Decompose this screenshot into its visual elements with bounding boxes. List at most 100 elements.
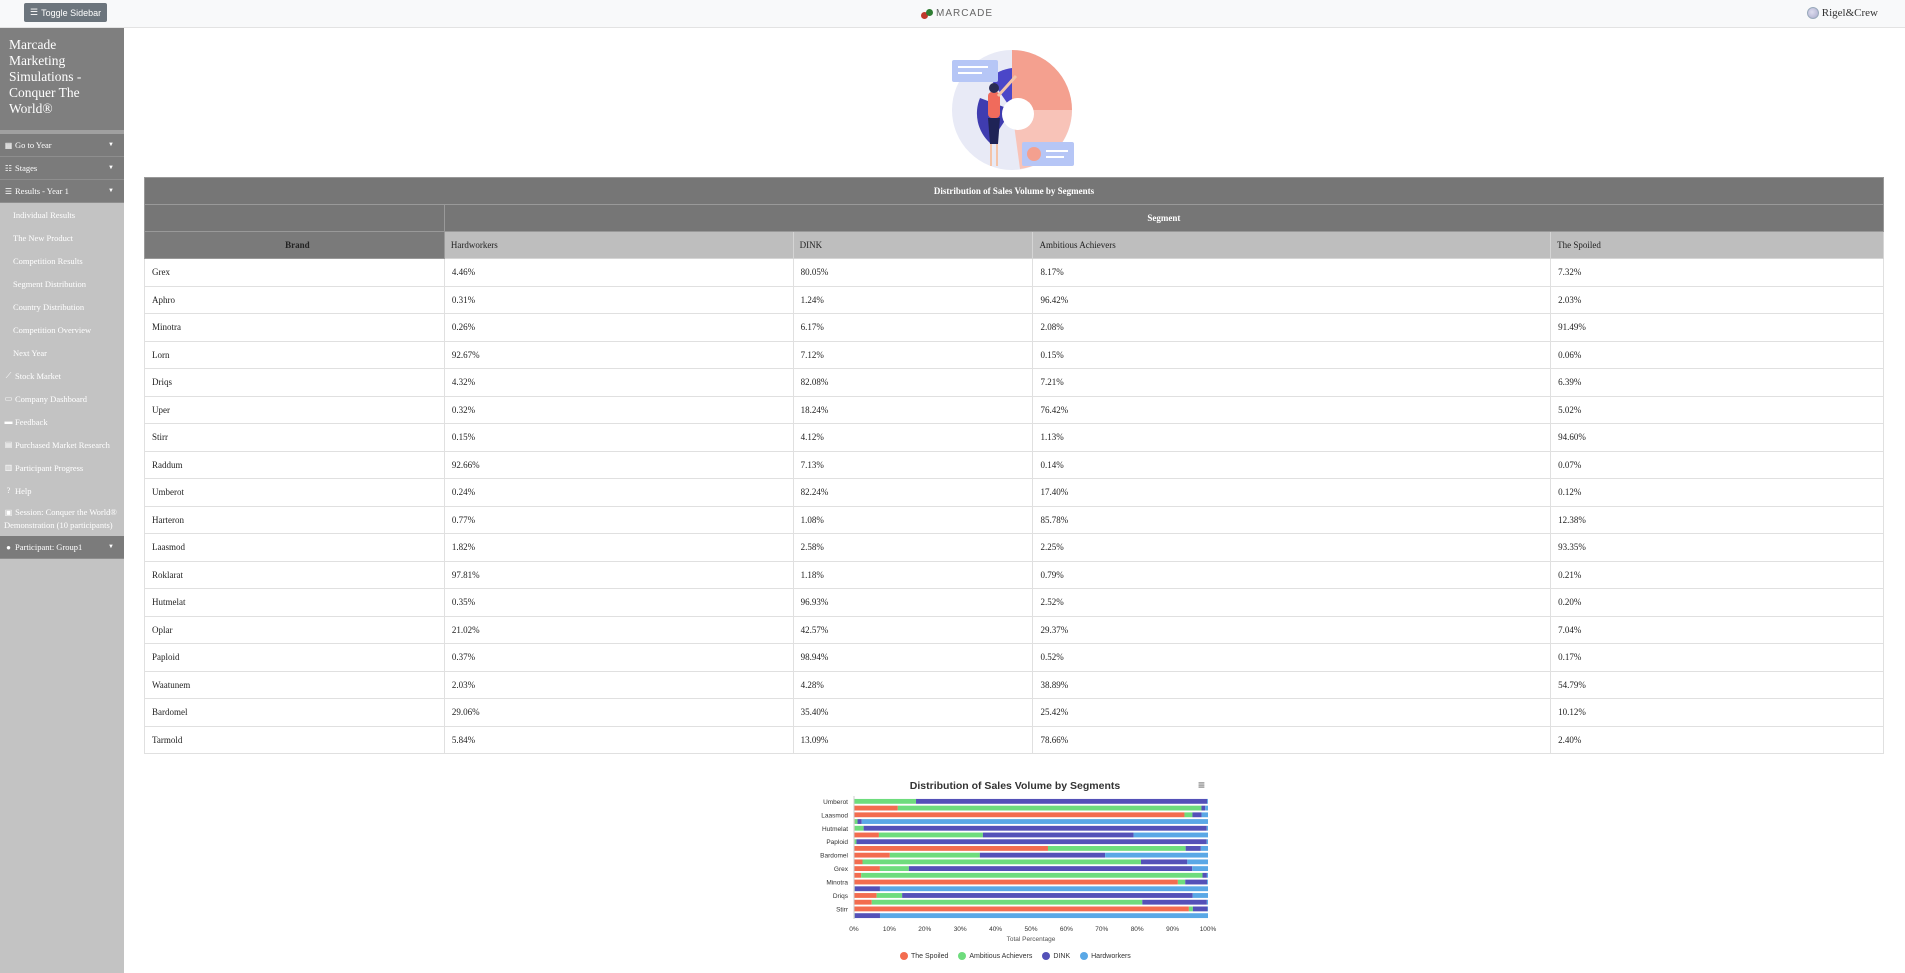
brand-cell: Hutmelat (144, 588, 445, 617)
percent-cell: 2.08% (1032, 313, 1552, 342)
chart-line-icon: ⟋ (5, 371, 12, 380)
company-badge[interactable]: Rigel&Crew (1806, 7, 1878, 19)
bar-segment (1200, 845, 1208, 851)
sidebar-item-label: Results - Year 1 (15, 186, 69, 196)
logo-text: MARCADE (936, 8, 994, 19)
percent-cell: 10.12% (1550, 698, 1884, 727)
percent-cell: 0.32% (443, 395, 794, 424)
percent-cell: 1.18% (792, 560, 1034, 589)
percent-cell: 0.15% (1032, 340, 1552, 369)
segment-header: Segment (443, 204, 1885, 232)
sidebar-item-session[interactable]: ▣ Session: Conquer the World® Demonstrat… (0, 502, 124, 536)
brand-cell: Roklarat (144, 560, 445, 589)
bar-segment (854, 812, 1185, 818)
marcade-logo[interactable]: MARCADE (921, 8, 993, 19)
sidebar-subitem-individual-results[interactable]: Individual Results (0, 203, 124, 226)
percent-cell: 0.31% (443, 285, 794, 314)
id-card-icon: ▤ (4, 440, 13, 449)
table-row: Oplar 21.02% 42.57% 29.37% 7.04% (144, 615, 1884, 644)
x-tick-label: 80% (1131, 926, 1144, 933)
percent-cell: 4.28% (792, 670, 1034, 699)
percent-cell: 94.60% (1550, 423, 1884, 452)
y-tick-label: Stirr (836, 906, 849, 913)
y-tick-label: Minotra (826, 880, 848, 887)
x-tick-label: 100% (1200, 926, 1217, 933)
sidebar-item-go-to-year[interactable]: ▦ Go to Year ▼ (0, 134, 124, 157)
bar-segment (1207, 906, 1208, 912)
percent-cell: 1.13% (1032, 423, 1552, 452)
toggle-sidebar-label: Toggle Sidebar (41, 7, 102, 18)
table-row: Grex 4.46% 80.05% 8.17% 7.32% (144, 258, 1884, 287)
percent-cell: 0.21% (1550, 560, 1884, 589)
sidebar-item-label: Go to Year (15, 140, 52, 150)
x-tick-label: 60% (1060, 926, 1073, 933)
sidebar-item-label: Help (15, 485, 32, 496)
bar-segment (854, 859, 863, 865)
toggle-sidebar-button[interactable]: ☰ Toggle Sidebar (24, 3, 108, 22)
brand-cell: Oplar (144, 615, 445, 644)
sidebar-item-participant-progress[interactable]: ▥ Participant Progress (0, 456, 124, 479)
percent-cell: 2.40% (1550, 725, 1884, 754)
sidebar-item-stock-market[interactable]: ⟋ Stock Market (0, 364, 124, 387)
bar-segment (854, 899, 872, 905)
sidebar-subitem-country-distribution[interactable]: Country Distribution (0, 295, 124, 318)
brand-cell: Laasmod (144, 533, 445, 562)
bar-segment (854, 886, 880, 892)
percent-cell: 2.03% (443, 670, 794, 699)
caret-down-icon: ▼ (108, 142, 114, 148)
bar-segment (856, 839, 1207, 845)
brand-cell: Umberot (144, 478, 445, 507)
sidebar-title: Marcade Marketing Simulations - Conquer … (0, 28, 124, 134)
sidebar-item-purchased-research[interactable]: ▤ Purchased Market Research (0, 433, 124, 456)
bar-segment (1187, 859, 1208, 865)
bar-segment (1207, 879, 1208, 885)
sidebar-subitem-next-year[interactable]: Next Year (0, 341, 124, 364)
table-caption: Distribution of Sales Volume by Segments (144, 177, 1884, 205)
sidebar-subitem-competition-overview[interactable]: Competition Overview (0, 318, 124, 341)
percent-cell: 2.25% (1032, 533, 1552, 562)
sidebar-item-feedback[interactable]: ▬ Feedback (0, 410, 124, 433)
percent-cell: 0.52% (1032, 643, 1552, 672)
percent-cell: 2.03% (1550, 285, 1884, 314)
bar-segment (1133, 832, 1208, 838)
sidebar-item-company-dashboard[interactable]: ▭ Company Dashboard (0, 387, 124, 410)
table-row: Aphro 0.31% 1.24% 96.42% 2.03% (144, 285, 1884, 314)
sidebar-item-results[interactable]: ☰ Results - Year 1 ▼ (0, 180, 124, 203)
sidebar-subitem-competition-results[interactable]: Competition Results (0, 249, 124, 272)
bar-segment (1207, 798, 1208, 804)
table-row: Uper 0.32% 18.24% 76.42% 5.02% (144, 395, 1884, 424)
table-row: Lorn 92.67% 7.12% 0.15% 0.06% (144, 340, 1884, 369)
bar-segment (1202, 872, 1207, 878)
legend-item[interactable]: Ambitious Achievers (958, 952, 1032, 960)
bar-segment (854, 819, 858, 824)
bar-segment (1206, 825, 1208, 831)
sidebar-item-help[interactable]: ? Help (0, 479, 124, 502)
legend-item[interactable]: DINK (1042, 952, 1070, 960)
table-row: Umberot 0.24% 82.24% 17.40% 0.12% (144, 478, 1884, 507)
brand-header: Brand (144, 231, 445, 259)
percent-cell: 76.42% (1032, 395, 1552, 424)
sidebar-subitem-segment-distribution[interactable]: Segment Distribution (0, 272, 124, 295)
sidebar-item-participant[interactable]: ● Participant: Group1 ▼ (0, 536, 124, 559)
legend-item[interactable]: Hardworkers (1080, 952, 1131, 960)
sidebar-subitem-new-product[interactable]: The New Product (0, 226, 124, 249)
percent-cell: 0.06% (1550, 340, 1884, 369)
percent-cell: 4.32% (443, 368, 794, 397)
table-row: Roklarat 97.81% 1.18% 0.79% 0.21% (144, 560, 1884, 589)
percent-cell: 17.40% (1032, 478, 1552, 507)
y-tick-label: Grex (834, 866, 849, 873)
bar-segment (854, 832, 879, 838)
bar-segment (1205, 805, 1208, 811)
table-row: Minotra 0.26% 6.17% 2.08% 91.49% (144, 313, 1884, 342)
percent-cell: 80.05% (792, 258, 1034, 287)
percent-cell: 0.07% (1550, 450, 1884, 479)
percent-cell: 0.20% (1550, 588, 1884, 617)
bar-segment (1105, 852, 1208, 858)
bar-segment (1192, 906, 1208, 912)
sidebar-item-stages[interactable]: ☷ Stages ▼ (0, 157, 124, 180)
bar-segment (863, 825, 1207, 831)
x-tick-label: 40% (989, 926, 1002, 933)
percent-cell: 2.58% (792, 533, 1034, 562)
bar-segment (1185, 879, 1208, 885)
legend-item[interactable]: The Spoiled (900, 952, 948, 960)
